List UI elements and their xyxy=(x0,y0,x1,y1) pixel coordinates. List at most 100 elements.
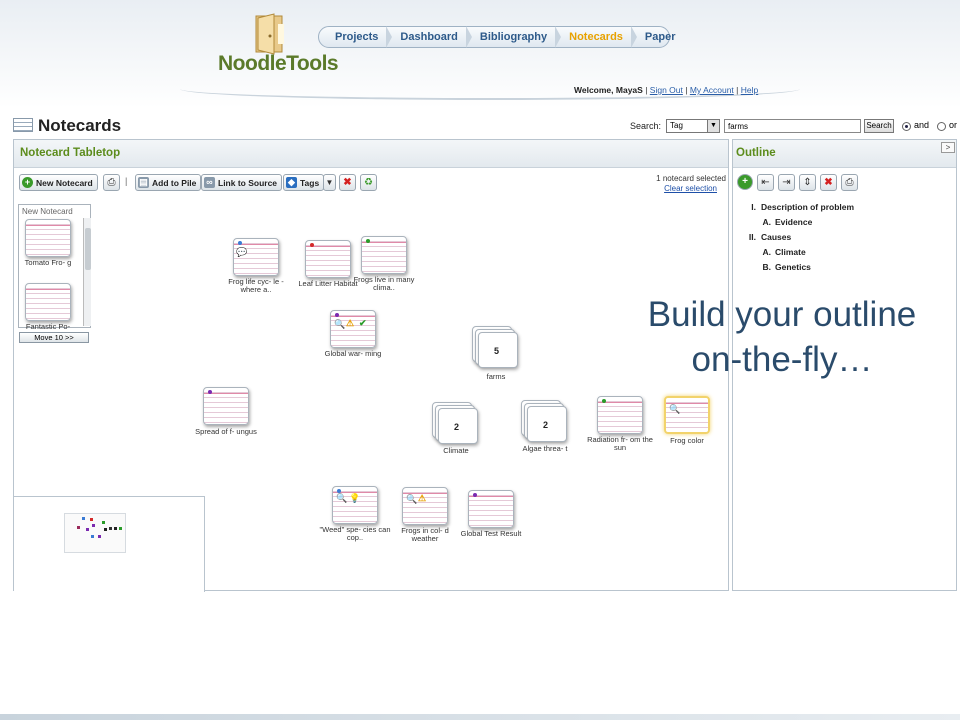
outline-text: Genetics xyxy=(775,262,811,272)
pile-card-label: Fantastic Po- xyxy=(25,322,71,331)
recycle-button[interactable]: ♻ xyxy=(360,174,377,191)
notecard-label: Frogs in col- d weather xyxy=(401,526,449,543)
pile-count: 2 xyxy=(543,420,549,430)
new-notecards-pile[interactable]: New Notecard Tomato Fro- g Fantastic Po- xyxy=(18,204,91,331)
add-to-pile-label: Add to Pile xyxy=(152,177,197,188)
sign-out-link[interactable]: Sign Out xyxy=(650,85,683,95)
pile-card[interactable] xyxy=(25,283,71,321)
notecard-label: Global Test Result xyxy=(460,529,522,538)
selection-count: 1 notecard selected xyxy=(656,174,726,183)
nav-paper[interactable]: Paper xyxy=(637,31,684,43)
outdent-button[interactable]: ⇤ xyxy=(757,174,774,191)
move-10-button[interactable]: Move 10 >> xyxy=(19,332,89,343)
link-to-source-label: Link to Source xyxy=(218,177,278,188)
outline-number: B. xyxy=(762,262,772,272)
my-account-link[interactable]: My Account xyxy=(690,85,734,95)
notecard-weed-species[interactable]: 🔍 💡 xyxy=(332,486,378,524)
notecard-radiation[interactable] xyxy=(597,396,643,434)
scrollbar-thumb[interactable] xyxy=(85,228,91,270)
search-button[interactable]: Search xyxy=(864,119,894,133)
pile-icon: ▤ xyxy=(138,177,149,188)
close-icon: ✖ xyxy=(343,177,352,188)
pile-card-label: Tomato Fro- g xyxy=(24,258,72,267)
notecard-global-test-result[interactable] xyxy=(468,490,514,528)
nav-bibliography[interactable]: Bibliography xyxy=(472,31,555,43)
nav-dashboard[interactable]: Dashboard xyxy=(392,31,465,43)
nav-projects[interactable]: Projects xyxy=(327,31,386,43)
outline-text: Climate xyxy=(775,247,806,257)
pile-count: 2 xyxy=(454,422,460,432)
link-icon: ∞ xyxy=(204,177,215,188)
tags-button[interactable]: ◆ Tags xyxy=(283,174,325,191)
promo-line-1: Build your outline xyxy=(647,295,917,334)
pile-count: 5 xyxy=(494,346,500,356)
move-up-down-button[interactable]: ⇕ xyxy=(799,174,816,191)
print-icon: ⎙ xyxy=(107,177,116,188)
nav-notecards[interactable]: Notecards xyxy=(561,31,631,43)
indent-button[interactable]: ⇥ xyxy=(778,174,795,191)
and-radio[interactable] xyxy=(902,122,911,131)
add-outline-item-button[interactable]: + xyxy=(737,174,753,190)
pile-label: Climate xyxy=(443,446,469,455)
delete-button[interactable]: ✖ xyxy=(339,174,356,191)
page-title: Notecards xyxy=(38,116,122,135)
or-radio[interactable] xyxy=(937,122,946,131)
print-button[interactable]: ⎙ xyxy=(103,174,120,191)
outline-title: Outline xyxy=(736,147,776,159)
tabletop-minimap[interactable] xyxy=(14,496,205,592)
pile-algae-threat[interactable]: 2 xyxy=(521,400,571,444)
main-nav: Projects Dashboard Bibliography Notecard… xyxy=(318,26,676,48)
chevron-down-icon: ▼ xyxy=(325,178,334,187)
delete-outline-item-button[interactable]: ✖ xyxy=(820,174,837,191)
search-type-select[interactable]: Tag ▼ xyxy=(666,119,720,133)
clear-selection-link[interactable]: Clear selection xyxy=(654,184,717,193)
collapse-panel-button[interactable]: > xyxy=(941,142,955,153)
pile-card[interactable] xyxy=(25,219,71,257)
tag-icon: ◆ xyxy=(286,177,297,188)
notecard-label: "Weed" spe- cies can cop.. xyxy=(319,525,391,542)
or-radio-label: or xyxy=(949,120,958,130)
check-icon: ✔ xyxy=(359,318,367,328)
link-to-source-button[interactable]: ∞ Link to Source xyxy=(201,174,283,191)
promo-caption: Build your outline on-the-fly… xyxy=(603,292,960,382)
notecard-leaf-litter[interactable] xyxy=(305,240,351,278)
search-input[interactable]: farms xyxy=(724,119,861,133)
brand-logo[interactable]: NoodleTools xyxy=(218,52,339,76)
notecard-spread-of-fungus[interactable] xyxy=(203,387,249,425)
outline-text: Description of problem xyxy=(761,202,855,212)
outline-number: II. xyxy=(748,232,756,242)
outline-text: Evidence xyxy=(775,217,813,227)
outline-number: I. xyxy=(751,202,756,212)
logo-door-icon xyxy=(255,13,284,55)
search-label: Search: xyxy=(630,121,662,131)
toolbar-separator: | xyxy=(125,176,128,186)
promo-line-2: on-the-fly… xyxy=(691,340,873,379)
magnifier-icon: 🔍 xyxy=(669,404,681,414)
notecard-frog-color[interactable]: 🔍 xyxy=(664,396,710,434)
notecard-global-warming[interactable]: 🔍 ⚠ ✔ xyxy=(330,310,376,348)
help-link[interactable]: Help xyxy=(741,85,758,95)
warning-icon: ⚠ xyxy=(418,493,427,503)
up-down-icon: ⇕ xyxy=(803,177,812,188)
tag-dot xyxy=(238,241,242,245)
separator: | xyxy=(645,85,648,95)
print-icon: ⎙ xyxy=(845,177,854,188)
pile-climate[interactable]: 2 xyxy=(432,402,482,446)
notecard-frogs-live[interactable] xyxy=(361,236,407,274)
pile-farms[interactable]: 5 xyxy=(472,326,522,370)
notecard-frog-life-cycle[interactable]: 💬 xyxy=(233,238,279,276)
pile-scrollbar[interactable] xyxy=(83,218,91,326)
tags-dropdown-button[interactable]: ▼ xyxy=(323,174,336,191)
new-notecard-label: New Notecard xyxy=(36,177,93,188)
outline-text: Causes xyxy=(761,232,792,242)
minimap-viewport[interactable] xyxy=(64,513,126,553)
new-notecard-button[interactable]: + New Notecard xyxy=(19,174,98,191)
add-to-pile-button[interactable]: ▤ Add to Pile xyxy=(135,174,202,191)
magnifier-icon: 🔍 xyxy=(336,493,348,503)
print-outline-button[interactable]: ⎙ xyxy=(841,174,858,191)
user-bar: Welcome, MayaS | Sign Out | My Account |… xyxy=(574,85,758,95)
warning-icon: ⚠ xyxy=(346,318,355,328)
notecards-icon xyxy=(13,118,33,132)
tag-dot xyxy=(208,390,212,394)
notecard-frogs-cold-weather[interactable]: 🔍 ⚠ xyxy=(402,487,448,525)
